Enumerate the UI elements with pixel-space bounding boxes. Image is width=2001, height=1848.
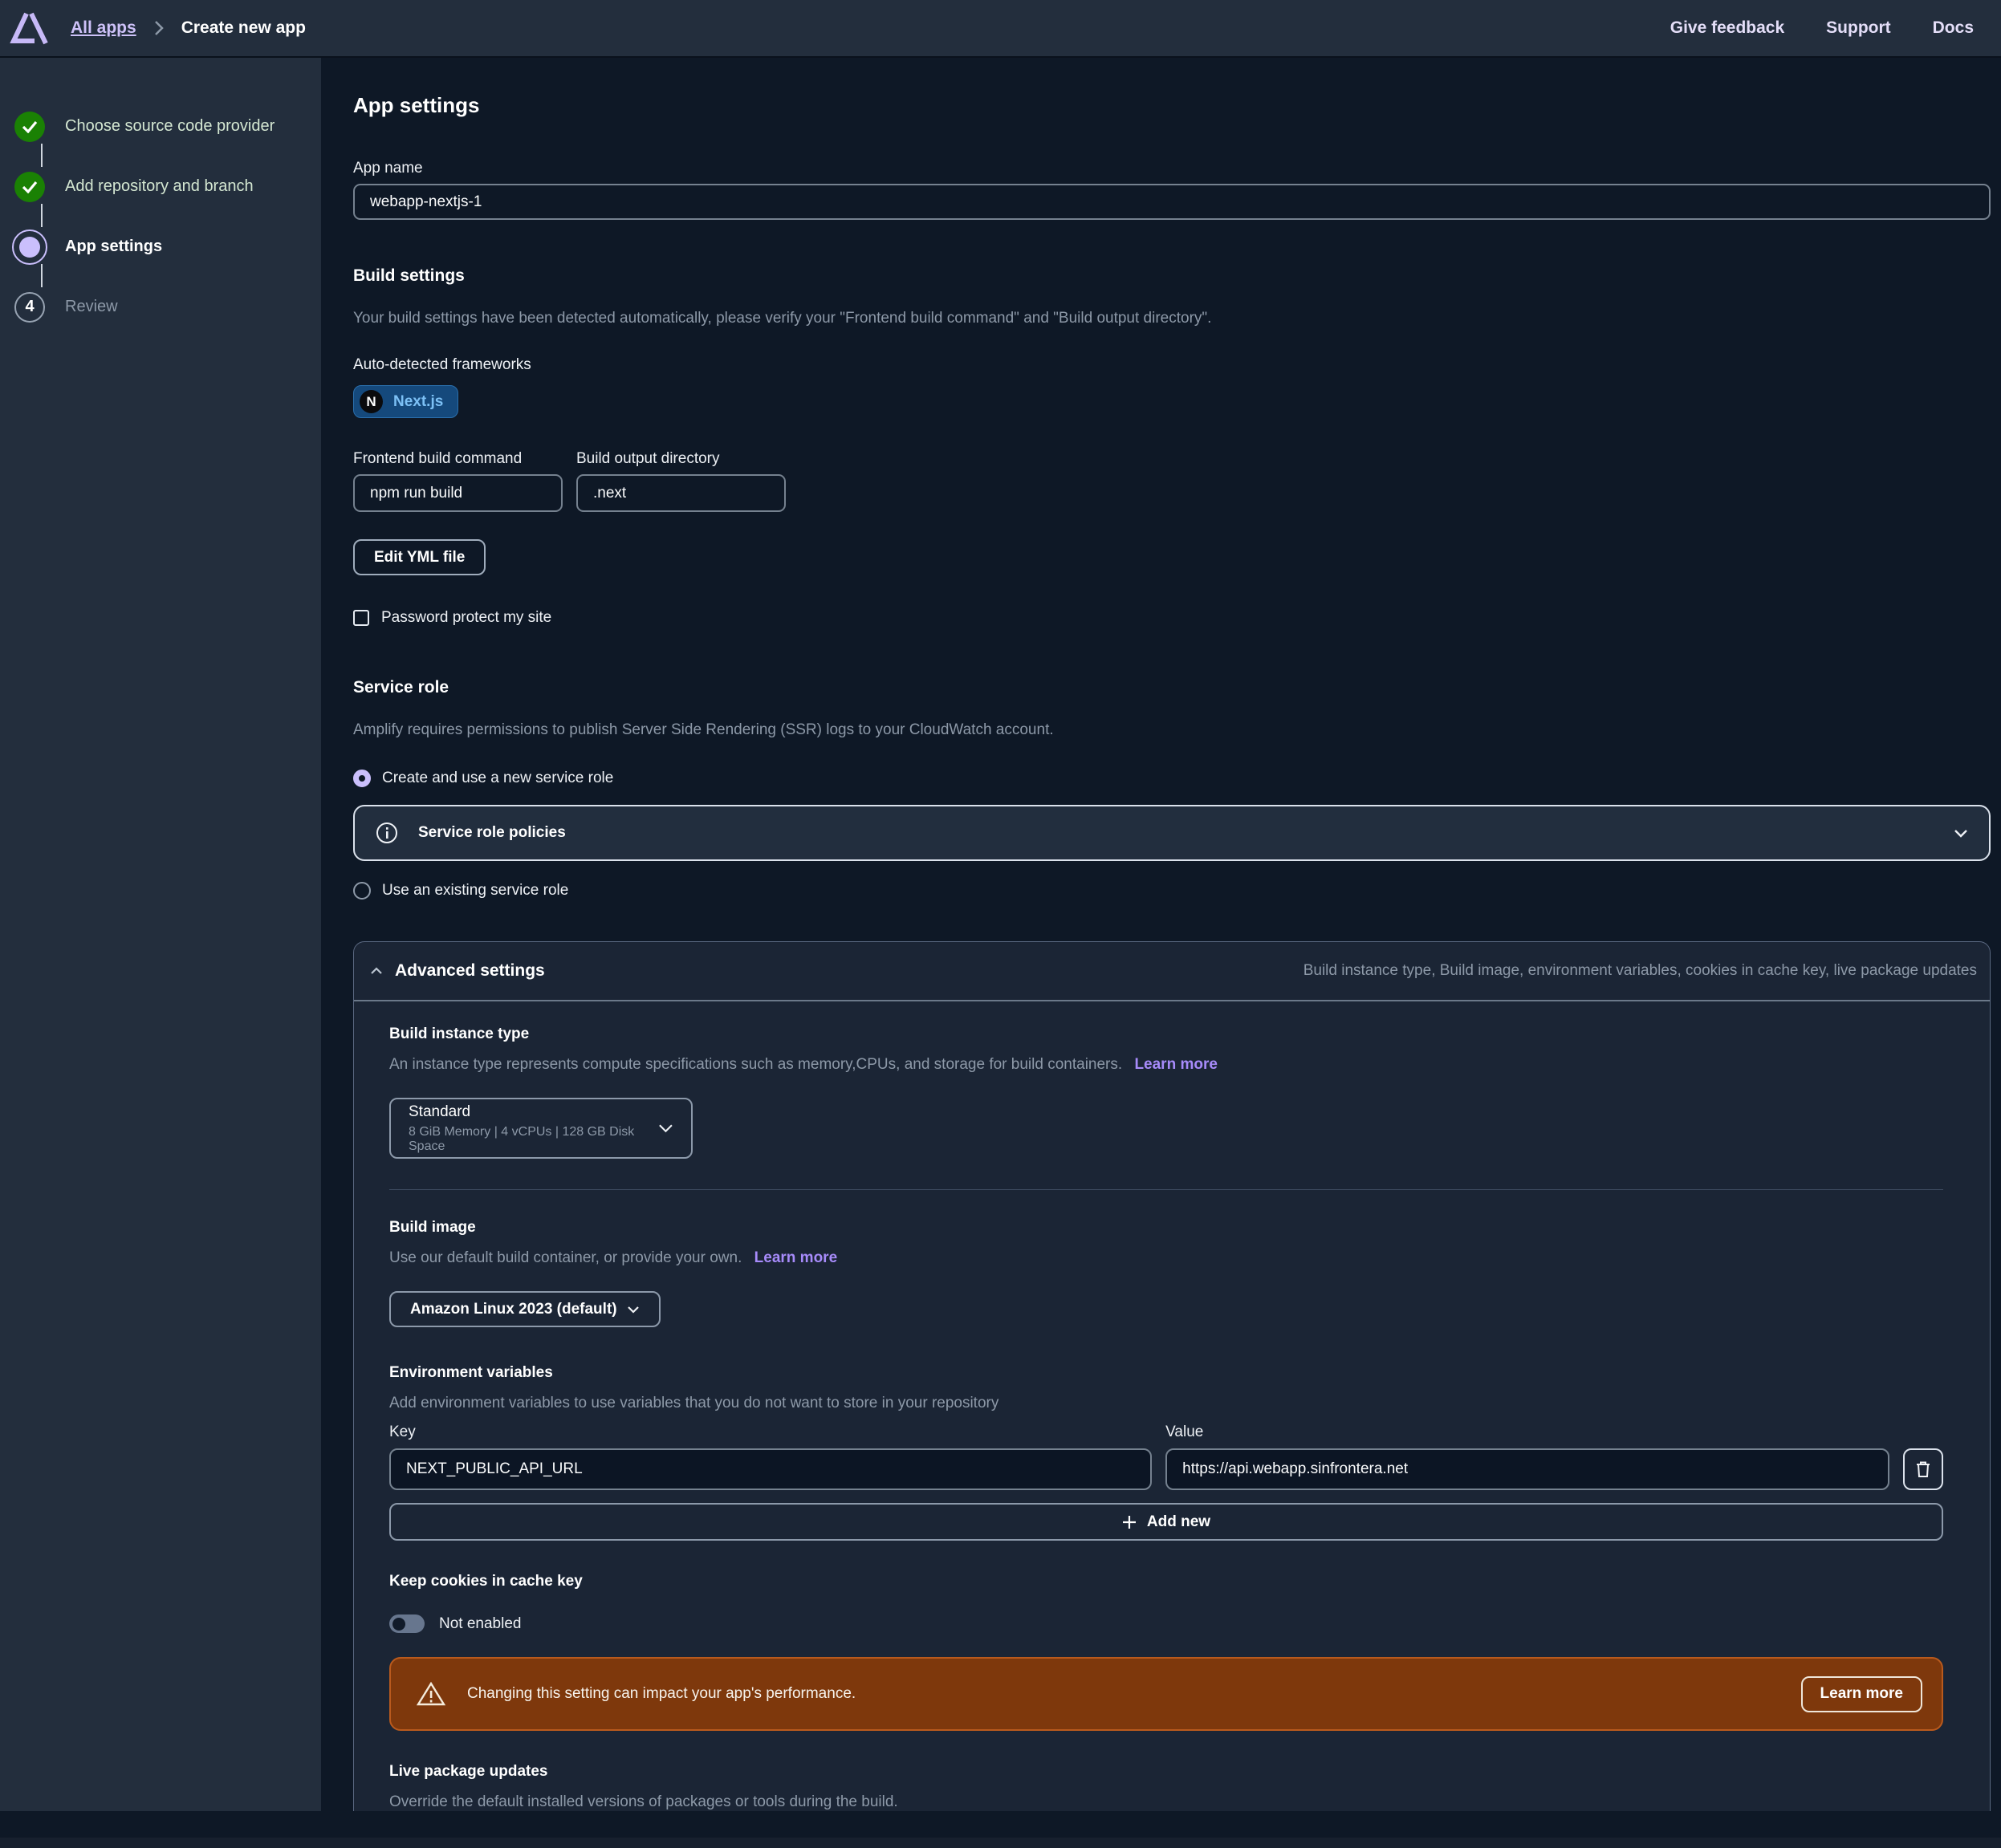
check-icon (22, 120, 38, 133)
step-label: Review (65, 298, 118, 316)
environment-variable-row: Key Value (389, 1424, 1943, 1490)
remove-env-variable-button[interactable] (1903, 1448, 1943, 1490)
step-label: Add repository and branch (65, 177, 254, 196)
build-output-directory-label: Build output directory (576, 450, 786, 468)
frontend-build-command-input[interactable] (353, 474, 563, 512)
breadcrumb-current: Create new app (181, 18, 306, 38)
build-instance-learn-more-link[interactable]: Learn more (1134, 1056, 1217, 1073)
service-role-new-label: Create and use a new service role (382, 770, 613, 787)
warning-learn-more-button[interactable]: Learn more (1801, 1676, 1922, 1712)
framework-badge-nextjs: N Next.js (353, 385, 458, 418)
service-role-title: Service role (353, 678, 1991, 697)
build-image-description: Use our default build container, or prov… (389, 1249, 742, 1266)
build-image-title: Build image (389, 1219, 1943, 1237)
environment-variables-title: Environment variables (389, 1364, 1943, 1382)
top-navigation: All apps Create new app Give feedback Su… (0, 0, 2001, 58)
plus-icon (1122, 1515, 1137, 1529)
frontend-build-command-label: Frontend build command (353, 450, 563, 468)
step-complete-icon (14, 112, 45, 142)
chevron-up-icon (370, 967, 383, 975)
breadcrumb-all-apps[interactable]: All apps (71, 18, 136, 38)
service-role-description: Amplify requires permissions to publish … (353, 721, 1991, 739)
performance-warning-text: Changing this setting can impact your ap… (467, 1685, 856, 1703)
build-instance-selected-detail: 8 GiB Memory | 4 vCPUs | 128 GB Disk Spa… (409, 1125, 658, 1154)
service-role-new-option[interactable]: Create and use a new service role (353, 770, 1991, 787)
warning-icon (417, 1681, 445, 1707)
radio-unselected[interactable] (353, 882, 371, 900)
step-current-icon (12, 229, 47, 265)
give-feedback-link[interactable]: Give feedback (1670, 18, 1784, 38)
chevron-down-icon (1954, 829, 1968, 838)
live-package-updates-title: Live package updates (389, 1763, 1943, 1781)
step-add-repository[interactable]: Add repository and branch (12, 156, 321, 217)
amplify-logo[interactable] (10, 10, 50, 46)
service-role-existing-option[interactable]: Use an existing service role (353, 882, 1991, 900)
keep-cookies-title: Keep cookies in cache key (389, 1573, 1943, 1590)
build-instance-type-title: Build instance type (389, 1026, 1943, 1043)
chevron-down-icon (627, 1306, 640, 1314)
live-package-updates-description: Override the default installed versions … (389, 1793, 1943, 1811)
wizard-steps-sidebar: Choose source code provider Add reposito… (0, 58, 321, 1811)
build-image-learn-more-link[interactable]: Learn more (754, 1249, 837, 1266)
service-role-policies-expander[interactable]: Service role policies (353, 805, 1991, 861)
radio-selected[interactable] (353, 770, 371, 787)
keep-cookies-toggle[interactable] (389, 1614, 425, 1633)
password-protect-row[interactable]: Password protect my site (353, 609, 1991, 627)
framework-badge-label: Next.js (393, 393, 443, 411)
docs-link[interactable]: Docs (1933, 18, 1974, 38)
environment-variables-description: Add environment variables to use variabl… (389, 1395, 1943, 1412)
app-name-input[interactable] (353, 184, 1991, 220)
step-label: Choose source code provider (65, 117, 275, 136)
performance-warning-banner: Changing this setting can impact your ap… (389, 1657, 1943, 1731)
add-env-variable-button[interactable]: Add new (389, 1503, 1943, 1541)
step-label: App settings (65, 238, 162, 256)
build-settings-description: Your build settings have been detected a… (353, 310, 1991, 327)
env-value-label: Value (1165, 1424, 1889, 1441)
password-protect-label: Password protect my site (381, 609, 551, 627)
support-link[interactable]: Support (1826, 18, 1890, 38)
step-number: 4 (14, 292, 45, 323)
build-instance-type-description: An instance type represents compute spec… (389, 1056, 1122, 1073)
trash-icon (1914, 1460, 1932, 1479)
edit-yml-file-button[interactable]: Edit YML file (353, 539, 486, 575)
build-image-select[interactable]: Amazon Linux 2023 (default) (389, 1291, 661, 1327)
build-output-directory-input[interactable] (576, 474, 786, 512)
advanced-settings-title: Advanced settings (395, 961, 545, 981)
page-footer-strip (0, 1811, 2001, 1848)
chevron-down-icon (658, 1123, 673, 1133)
nextjs-logo-icon: N (360, 390, 383, 413)
advanced-settings-panel: Advanced settings Build instance type, B… (353, 941, 1991, 1848)
keep-cookies-toggle-label: Not enabled (439, 1615, 521, 1633)
env-key-input[interactable] (389, 1448, 1152, 1490)
build-instance-selected: Standard (409, 1103, 658, 1121)
step-choose-source-provider[interactable]: Choose source code provider (12, 96, 321, 156)
advanced-settings-summary: Build instance type, Build image, enviro… (1303, 962, 1977, 980)
build-settings-title: Build settings (353, 266, 1991, 286)
step-review: 4 Review (12, 277, 321, 337)
env-value-input[interactable] (1165, 1448, 1889, 1490)
app-name-label: App name (353, 160, 1991, 177)
check-icon (22, 181, 38, 193)
page-title: App settings (353, 93, 1991, 118)
add-env-variable-label: Add new (1147, 1513, 1210, 1531)
breadcrumb: All apps Create new app (71, 18, 306, 38)
main-panel: App settings App name Build settings You… (321, 58, 2001, 1848)
step-complete-icon (14, 172, 45, 202)
password-protect-checkbox[interactable] (353, 610, 369, 626)
build-image-selected: Amazon Linux 2023 (default) (410, 1301, 617, 1318)
build-instance-type-select[interactable]: Standard 8 GiB Memory | 4 vCPUs | 128 GB… (389, 1098, 693, 1159)
breadcrumb-chevron-icon (154, 20, 164, 36)
service-role-existing-label: Use an existing service role (382, 882, 568, 900)
advanced-settings-header[interactable]: Advanced settings Build instance type, B… (354, 942, 1990, 1001)
info-icon (376, 822, 398, 844)
auto-detected-frameworks-label: Auto-detected frameworks (353, 356, 1991, 374)
service-role-policies-label: Service role policies (418, 824, 566, 842)
step-app-settings: App settings (12, 217, 321, 277)
env-key-label: Key (389, 1424, 1152, 1441)
